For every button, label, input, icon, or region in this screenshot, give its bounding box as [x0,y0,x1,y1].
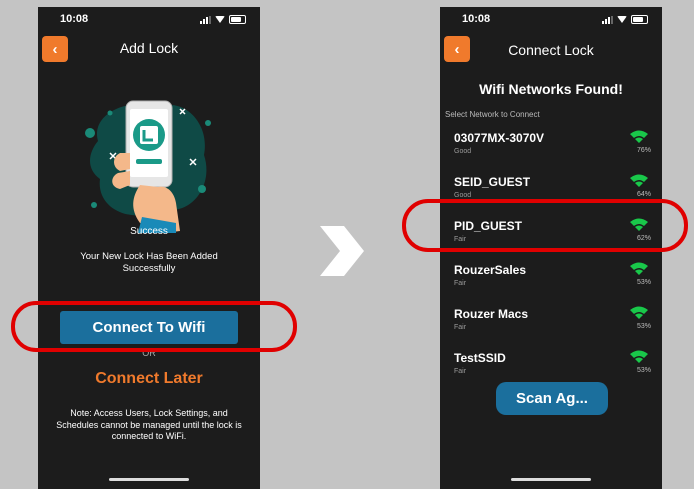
wifi-icon [630,174,648,187]
signal-icon [602,15,613,24]
network-quality: Fair [454,324,467,331]
wifi-status-icon [617,16,627,23]
status-time: 10:08 [60,13,89,25]
signal-icon [200,15,211,24]
battery-icon [631,15,648,24]
or-divider-label: OR [142,348,156,358]
wifi-note: Note: Access Users, Lock Settings, and S… [56,408,242,441]
scan-again-button[interactable]: Scan Ag... [496,382,608,415]
page-title: Add Lock [119,40,179,56]
network-list: 03077MX-3070V Good 76% SEID_GUEST Good 6… [440,123,662,387]
network-name: TestSSID [454,351,506,365]
wifi-icon [630,262,648,275]
success-message: Your New Lock Has Been Added Successfull… [80,251,218,274]
wifi-status-icon [215,16,225,23]
network-quality: Fair [454,368,467,375]
network-row[interactable]: SEID_GUEST Good 64% [440,167,662,211]
signal-strength: 76% [636,147,651,154]
phone-success-illustration [85,100,211,233]
wifi-icon [630,218,648,231]
battery-icon [229,15,246,24]
network-quality: Fair [454,236,467,243]
network-name: SEID_GUEST [454,175,531,189]
network-quality: Good [454,148,472,155]
status-time: 10:08 [462,13,491,25]
wifi-icon [630,130,648,143]
network-row[interactable]: RouzerSales Fair 53% [440,255,662,299]
signal-strength: 53% [636,323,651,330]
wifi-icon [630,350,648,363]
network-row[interactable]: PID_GUEST Fair 62% [440,211,662,255]
select-network-label: Select Network to Connect [445,110,540,119]
page-title: Connect Lock [508,42,594,58]
network-name: RouzerSales [454,263,527,277]
network-row[interactable]: TestSSID Fair 53% [440,343,662,387]
network-name: Rouzer Macs [454,307,529,321]
connect-later-link[interactable]: Connect Later [38,370,260,388]
connect-lock-screen: 10:08 ‹ Connect Lock Wifi Networks Found… [440,7,662,489]
network-name: PID_GUEST [454,219,523,233]
signal-strength: 64% [636,191,651,198]
chevron-right-icon [320,226,364,276]
network-name: 03077MX-3070V [454,131,545,145]
signal-strength: 62% [636,235,651,242]
network-row[interactable]: 03077MX-3070V Good 76% [440,123,662,167]
system-icons [200,15,246,24]
signal-strength: 53% [636,279,651,286]
home-indicator[interactable] [511,478,591,481]
status-bar: 10:08 [440,7,662,35]
connect-to-wifi-button[interactable]: Connect To Wifi [60,311,238,344]
wifi-icon [630,306,648,319]
home-indicator[interactable] [109,478,189,481]
success-title: Success [130,226,168,237]
system-icons [602,15,648,24]
signal-strength: 53% [636,367,651,374]
network-row[interactable]: Rouzer Macs Fair 53% [440,299,662,343]
add-lock-screen: 10:08 ‹ Add Lock Success Your New Lock H… [38,7,260,489]
status-bar: 10:08 [38,7,260,35]
network-quality: Good [454,192,472,199]
networks-heading: Wifi Networks Found! [479,81,623,97]
network-quality: Fair [454,280,467,287]
